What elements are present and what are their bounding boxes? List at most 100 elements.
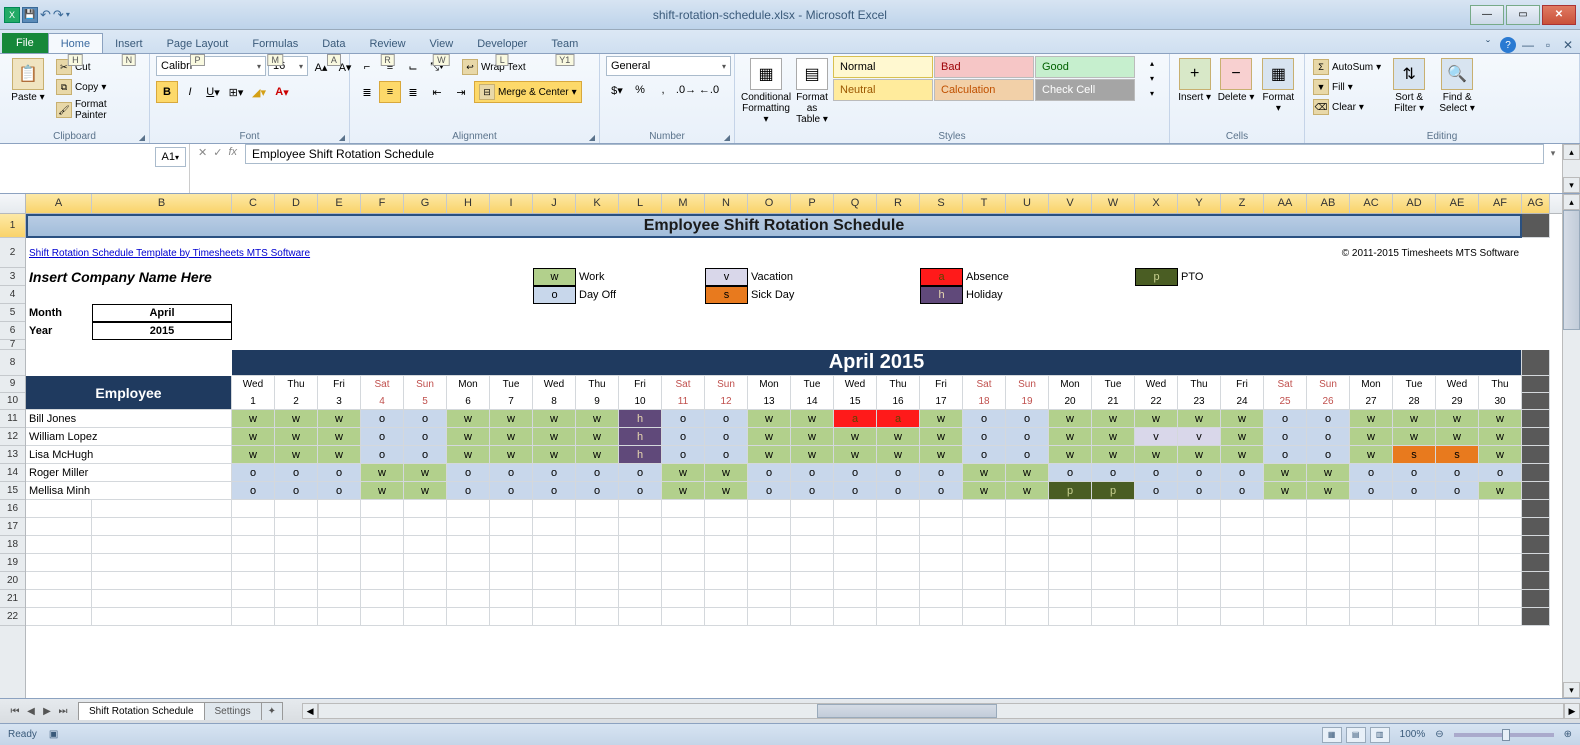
underline-button[interactable]: U▾ xyxy=(202,81,224,103)
tab-last-icon[interactable]: ⏭ xyxy=(56,706,70,717)
row-header-21[interactable]: 21 xyxy=(0,590,25,608)
col-header-H[interactable]: H xyxy=(447,194,490,213)
styles-up-button[interactable]: ▴ xyxy=(1141,56,1163,70)
font-color-button[interactable]: A▾ xyxy=(271,81,293,103)
vertical-scrollbar[interactable]: ▴ ▾ xyxy=(1562,194,1580,698)
window-restore-icon[interactable]: ▫ xyxy=(1540,37,1556,53)
row-header-7[interactable]: 7 xyxy=(0,340,25,350)
tab-prev-icon[interactable]: ◀ xyxy=(24,706,38,717)
find-select-button[interactable]: 🔍Find & Select ▾ xyxy=(1435,56,1479,114)
row-header-16[interactable]: 16 xyxy=(0,500,25,518)
row-header-20[interactable]: 20 xyxy=(0,572,25,590)
row-header-10[interactable]: 10 xyxy=(0,393,25,410)
scroll-up-button[interactable]: ▴ xyxy=(1563,194,1580,210)
row-header-15[interactable]: 15 xyxy=(0,482,25,500)
row-header-1[interactable]: 1 xyxy=(0,214,25,238)
row-header-4[interactable]: 4 xyxy=(0,286,25,304)
fx-vscroll[interactable]: ▴▾ xyxy=(1562,144,1580,193)
align-top-button[interactable]: ⌐ xyxy=(356,56,378,78)
scroll-right-button[interactable]: ▶ xyxy=(1564,703,1580,719)
col-header-A[interactable]: A xyxy=(26,194,92,213)
row-header-3[interactable]: 3 xyxy=(0,268,25,286)
sheet-tab-active[interactable]: Shift Rotation Schedule xyxy=(78,702,205,720)
currency-button[interactable]: $▾ xyxy=(606,79,628,101)
row-header-17[interactable]: 17 xyxy=(0,518,25,536)
number-launcher[interactable]: ◢ xyxy=(724,133,730,142)
window-min-icon[interactable]: — xyxy=(1520,37,1536,53)
col-header-AB[interactable]: AB xyxy=(1307,194,1350,213)
styles-down-button[interactable]: ▾ xyxy=(1141,71,1163,85)
sheet-tab-settings[interactable]: Settings xyxy=(204,702,262,720)
fx-icon[interactable]: fx xyxy=(228,146,237,193)
new-sheet-button[interactable]: ✦ xyxy=(261,702,283,720)
col-header-T[interactable]: T xyxy=(963,194,1006,213)
scroll-left-button[interactable]: ◀ xyxy=(302,703,318,719)
style-normal[interactable]: Normal xyxy=(833,56,933,78)
maximize-button[interactable]: ▭ xyxy=(1506,5,1540,25)
autosum-button[interactable]: ΣAutoSum ▾ xyxy=(1311,58,1383,76)
col-header-U[interactable]: U xyxy=(1006,194,1049,213)
comma-button[interactable]: , xyxy=(652,79,674,101)
indent-dec-button[interactable]: ⇤ xyxy=(426,81,448,103)
col-header-X[interactable]: X xyxy=(1135,194,1178,213)
row-header-19[interactable]: 19 xyxy=(0,554,25,572)
tab-file[interactable]: File xyxy=(2,33,48,53)
col-header-M[interactable]: M xyxy=(662,194,705,213)
style-good[interactable]: Good xyxy=(1035,56,1135,78)
col-header-Y[interactable]: Y xyxy=(1178,194,1221,213)
name-box[interactable]: A1▾ xyxy=(155,147,186,167)
cancel-fx-icon[interactable]: ✕ xyxy=(198,146,207,193)
format-as-table-button[interactable]: ▤ Format as Table ▾ xyxy=(795,56,829,125)
redo-icon[interactable]: ↷ xyxy=(53,7,64,23)
formula-input[interactable]: Employee Shift Rotation Schedule xyxy=(245,144,1544,164)
undo-icon[interactable]: ↶ xyxy=(40,7,51,23)
clipboard-launcher[interactable]: ◢ xyxy=(139,133,145,142)
align-right-button[interactable]: ≣ xyxy=(402,81,424,103)
insert-cells-button[interactable]: +Insert ▾ xyxy=(1176,56,1213,103)
col-header-G[interactable]: G xyxy=(404,194,447,213)
style-check-cell[interactable]: Check Cell xyxy=(1035,79,1135,101)
tab-insert[interactable]: InsertN xyxy=(103,34,155,53)
zoom-level[interactable]: 100% xyxy=(1400,729,1426,740)
col-header-Q[interactable]: Q xyxy=(834,194,877,213)
macro-record-icon[interactable]: ▣ xyxy=(49,729,58,740)
minimize-button[interactable]: — xyxy=(1470,5,1504,25)
inc-decimal-button[interactable]: .0→ xyxy=(675,79,697,101)
col-header-AG[interactable]: AG xyxy=(1522,194,1550,213)
indent-inc-button[interactable]: ⇥ xyxy=(450,81,472,103)
select-all-corner[interactable] xyxy=(0,194,25,214)
col-header-AA[interactable]: AA xyxy=(1264,194,1307,213)
save-icon[interactable]: 💾 xyxy=(22,7,38,23)
bold-button[interactable]: B xyxy=(156,81,178,103)
row-header-6[interactable]: 6 xyxy=(0,322,25,340)
tab-formulas[interactable]: FormulasM xyxy=(240,34,310,53)
cells-area[interactable]: Employee Shift Rotation ScheduleShift Ro… xyxy=(26,214,1562,626)
font-name-combo[interactable]: Calibri▾ xyxy=(156,56,266,76)
close-button[interactable]: ✕ xyxy=(1542,5,1576,25)
paste-button[interactable]: 📋 Paste ▾ xyxy=(6,56,50,103)
col-header-N[interactable]: N xyxy=(705,194,748,213)
tab-team[interactable]: TeamY1 xyxy=(539,34,590,53)
view-break-button[interactable]: ▥ xyxy=(1370,727,1390,743)
row-header-11[interactable]: 11 xyxy=(0,410,25,428)
col-header-Z[interactable]: Z xyxy=(1221,194,1264,213)
tab-review[interactable]: ReviewR xyxy=(357,34,417,53)
hscroll-thumb[interactable] xyxy=(817,704,997,718)
styles-more-button[interactable]: ▾ xyxy=(1141,86,1163,100)
col-header-C[interactable]: C xyxy=(232,194,275,213)
expand-fx-icon[interactable]: ▾ xyxy=(1544,144,1562,193)
tab-next-icon[interactable]: ▶ xyxy=(40,706,54,717)
view-layout-button[interactable]: ▤ xyxy=(1346,727,1366,743)
italic-button[interactable]: I xyxy=(179,81,201,103)
col-header-AF[interactable]: AF xyxy=(1479,194,1522,213)
conditional-formatting-button[interactable]: ▦ Conditional Formatting ▾ xyxy=(741,56,791,125)
dec-decimal-button[interactable]: ←.0 xyxy=(698,79,720,101)
col-header-S[interactable]: S xyxy=(920,194,963,213)
row-header-14[interactable]: 14 xyxy=(0,464,25,482)
wrap-text-button[interactable]: ↩Wrap Text xyxy=(460,56,528,78)
font-launcher[interactable]: ◢ xyxy=(339,133,345,142)
row-header-2[interactable]: 2 xyxy=(0,238,25,268)
col-header-AC[interactable]: AC xyxy=(1350,194,1393,213)
delete-cells-button[interactable]: −Delete ▾ xyxy=(1217,56,1254,103)
number-format-combo[interactable]: General▾ xyxy=(606,56,731,76)
